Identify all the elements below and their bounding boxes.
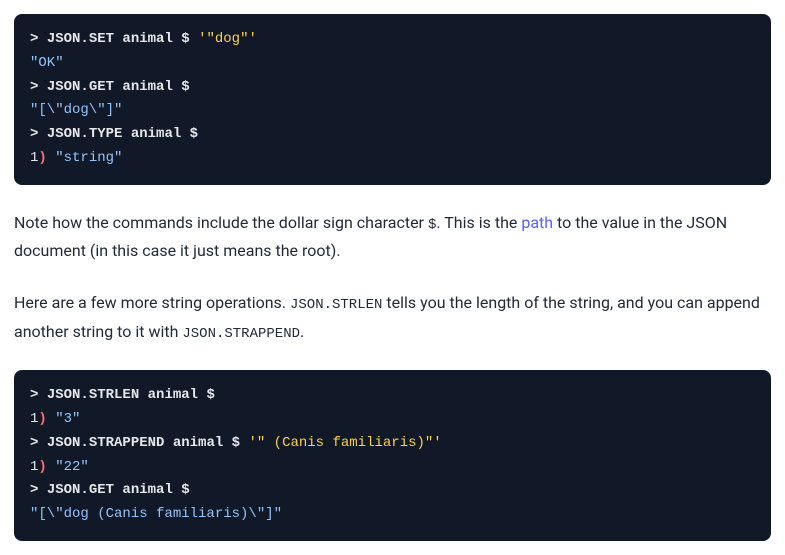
command: JSON.GET [47,482,114,498]
line: "[\"dog\"]" [30,102,122,118]
key: animal [114,79,181,95]
text: Note how the commands include the dollar… [14,213,428,232]
code-block-2: > JSON.STRLEN animal $ 1) "3" > JSON.STR… [14,370,771,541]
space [190,31,198,47]
prompt: > [30,482,47,498]
path-dollar: $ [206,387,214,403]
line: > JSON.SET animal $ '"dog"' [30,31,257,47]
line: > JSON.TYPE animal $ [30,126,198,142]
text: Here are a few more string operations. [14,293,290,312]
path-link[interactable]: path [521,213,553,232]
command: JSON.STRAPPEND [47,435,165,451]
prompt: > [30,31,47,47]
line: 1) "3" [30,411,80,427]
prompt: > [30,79,47,95]
command: JSON.TYPE [47,126,123,142]
output: "[\"dog\"]" [30,102,122,118]
path-dollar: $ [181,79,189,95]
output: "22" [55,459,89,475]
line: > JSON.GET animal $ [30,79,190,95]
prompt: > [30,126,47,142]
text: . [300,322,304,341]
command: JSON.STRLEN [47,387,139,403]
index-paren: ) [38,459,46,475]
text: . This is the [436,213,521,232]
path-dollar: $ [232,435,240,451]
argument: '" (Canis familiaris)"' [248,435,441,451]
code-block-1: > JSON.SET animal $ '"dog"' "OK" > JSON.… [14,14,771,185]
command: JSON.SET [47,31,114,47]
prompt: > [30,387,47,403]
line: "OK" [30,55,64,71]
space [47,411,55,427]
command: JSON.GET [47,79,114,95]
path-dollar: $ [181,482,189,498]
inline-code-strappend: JSON.STRAPPEND [182,326,300,342]
path-dollar: $ [181,31,189,47]
paragraph-2: Here are a few more string operations. J… [14,289,771,346]
path-dollar: $ [190,126,198,142]
paragraph-1: Note how the commands include the dollar… [14,209,771,266]
index-paren: ) [38,150,46,166]
space [47,150,55,166]
output: "3" [55,411,80,427]
line: 1) "22" [30,459,89,475]
key: animal [164,435,231,451]
key: animal [122,126,189,142]
line: 1) "string" [30,150,122,166]
argument: '"dog"' [198,31,257,47]
key: animal [114,482,181,498]
inline-code-strlen: JSON.STRLEN [290,297,382,313]
prompt: > [30,435,47,451]
index-paren: ) [38,411,46,427]
line: "[\"dog (Canis familiaris)\"]" [30,506,282,522]
line: > JSON.STRAPPEND animal $ '" (Canis fami… [30,435,442,451]
output: "[\"dog (Canis familiaris)\"]" [30,506,282,522]
key: animal [114,31,181,47]
output: "string" [55,150,122,166]
key: animal [139,387,206,403]
line: > JSON.GET animal $ [30,482,190,498]
space [47,459,55,475]
line: > JSON.STRLEN animal $ [30,387,215,403]
output: "OK" [30,55,64,71]
